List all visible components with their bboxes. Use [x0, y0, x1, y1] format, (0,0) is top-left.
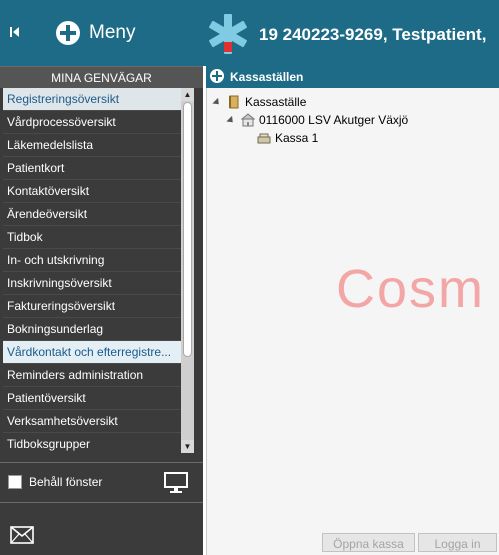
shortcut-item[interactable]: Patientkort — [3, 157, 181, 180]
tree-node-root[interactable]: Kassaställe — [212, 95, 307, 109]
expand-triangle-icon[interactable] — [212, 97, 222, 107]
plus-circle-icon — [56, 21, 80, 45]
tree-node-unit[interactable]: 0116000 LSV Akutger Växjö — [226, 113, 409, 127]
keep-window-checkbox[interactable] — [8, 475, 22, 489]
watermark-text: Cosm — [336, 259, 486, 319]
shortcut-item[interactable]: Läkemedelslista — [3, 134, 181, 157]
collapse-sidebar-icon[interactable] — [8, 24, 22, 40]
expand-triangle-icon[interactable] — [226, 115, 236, 125]
tree-node-label: Kassaställe — [245, 95, 307, 109]
divider — [0, 502, 203, 503]
tree-node-label: 0116000 LSV Akutger Växjö — [259, 113, 409, 127]
panel-header: Kassaställen — [206, 66, 499, 88]
login-button[interactable]: Logga in — [418, 533, 497, 552]
menu-button[interactable]: Meny — [56, 18, 135, 48]
monitor-icon[interactable] — [164, 472, 188, 494]
patient-identity[interactable]: 19 240223-9269, Testpatient, — [259, 25, 486, 45]
shortcut-scrollbar[interactable]: ▲ ▼ — [181, 88, 194, 453]
keep-window-label: Behåll fönster — [29, 475, 103, 489]
panel-body — [206, 88, 499, 555]
shortcut-item[interactable]: Ärendeöversikt — [3, 203, 181, 226]
mail-icon[interactable] — [10, 526, 34, 544]
keep-window-toggle[interactable]: Behåll fönster — [8, 475, 102, 489]
tree-node-label: Kassa 1 — [275, 131, 319, 145]
shortcut-item[interactable]: Vårdkontakt och efterregistre... — [3, 341, 181, 364]
shortcut-item[interactable]: Tidboksgrupper — [3, 433, 181, 453]
shortcut-item[interactable]: In- och utskrivning — [3, 249, 181, 272]
divider — [0, 462, 203, 463]
door-icon — [227, 95, 241, 109]
shortcut-list: Registreringsöversikt Vårdprocessöversik… — [3, 88, 181, 453]
medical-star-icon — [206, 12, 250, 56]
shortcut-item[interactable]: Tidbok — [3, 226, 181, 249]
shortcut-item[interactable]: Verksamhetsöversikt — [3, 410, 181, 433]
plus-circle-icon[interactable] — [210, 69, 224, 83]
shortcut-item[interactable]: Faktureringsöversikt — [3, 295, 181, 318]
shortcut-item[interactable]: Registreringsöversikt — [3, 88, 181, 111]
shortcut-item[interactable]: Bokningsunderlag — [3, 318, 181, 341]
shortcut-item[interactable]: Reminders administration — [3, 364, 181, 387]
building-icon — [240, 113, 256, 127]
tree-node-register[interactable]: Kassa 1 — [257, 131, 318, 145]
top-bar: Meny 19 240223-9269, Testpatient, — [0, 0, 499, 66]
scroll-down-icon[interactable]: ▼ — [181, 440, 194, 453]
scroll-thumb[interactable] — [183, 102, 192, 357]
shortcut-item[interactable]: Inskrivningsöversikt — [3, 272, 181, 295]
scroll-up-icon[interactable]: ▲ — [181, 88, 194, 101]
sidebar-title: MINA GENVÄGAR — [0, 66, 203, 88]
shortcut-item[interactable]: Kontaktöversikt — [3, 180, 181, 203]
sidebar: MINA GENVÄGAR Registreringsöversikt Vård… — [0, 66, 203, 555]
cash-register-icon — [257, 131, 271, 145]
panel-title: Kassaställen — [230, 70, 304, 84]
shortcut-item[interactable]: Patientöversikt — [3, 387, 181, 410]
shortcut-item[interactable]: Vårdprocessöversikt — [3, 111, 181, 134]
menu-label: Meny — [89, 22, 136, 43]
open-register-button[interactable]: Öppna kassa — [322, 533, 415, 552]
